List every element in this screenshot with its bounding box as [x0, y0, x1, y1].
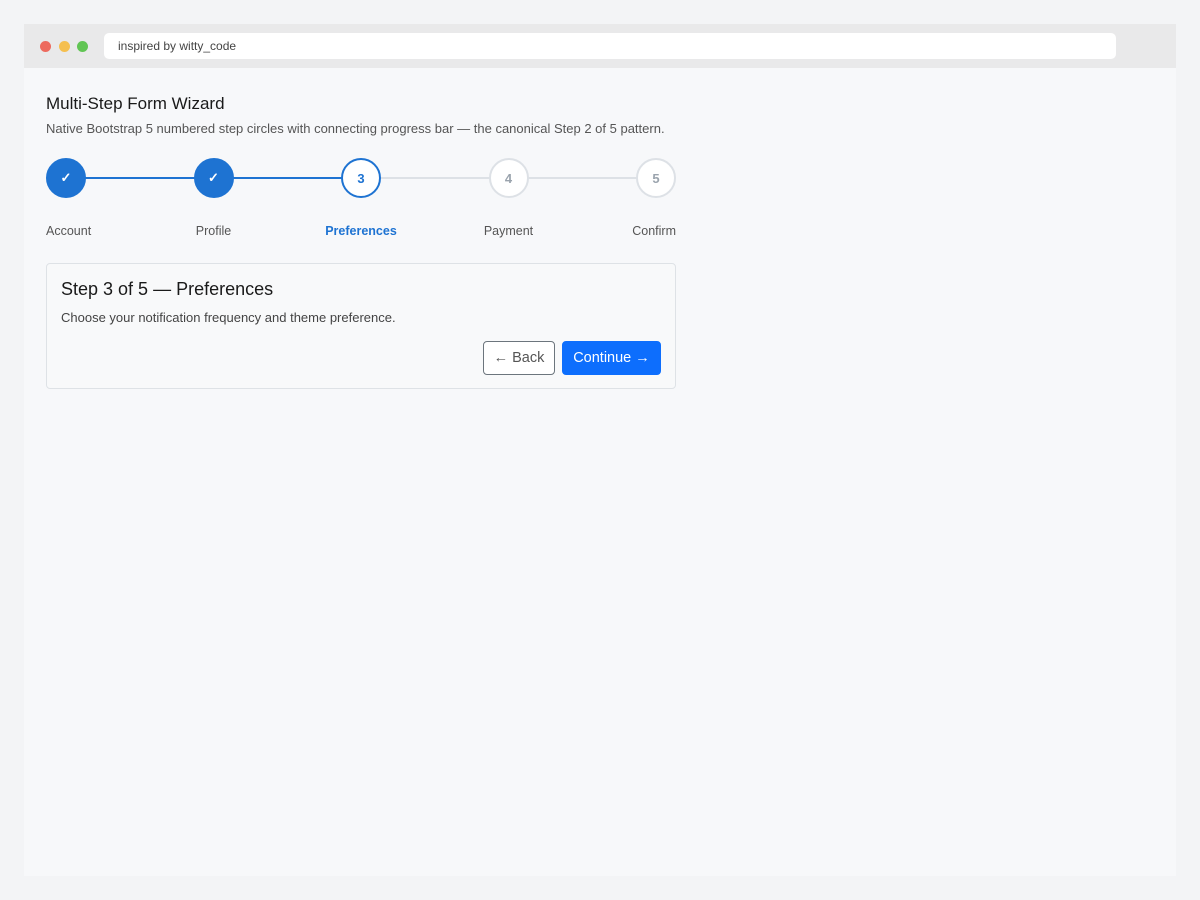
step-label-confirm: Confirm — [632, 224, 676, 238]
minimize-window-icon[interactable] — [59, 41, 70, 52]
step-label-payment: Payment — [483, 224, 534, 238]
step-progress: ✓ ✓ 3 4 5 — [46, 158, 676, 198]
step-circle-4: 4 — [488, 158, 529, 198]
step-circle-glyph: 4 — [504, 170, 513, 186]
step-card: Step 3 of 5 — Preferences Choose your no… — [46, 263, 676, 389]
step-card-description: Choose your notification frequency and t… — [61, 310, 396, 325]
address-bar[interactable]: inspired by witty_code — [104, 33, 1116, 59]
page-subtitle: Native Bootstrap 5 numbered step circles… — [46, 121, 665, 136]
step-circle-glyph: 5 — [652, 170, 660, 186]
step-circle-1[interactable]: ✓ — [46, 158, 86, 198]
step-label-account: Account — [46, 224, 92, 238]
step-circle-glyph: 3 — [357, 170, 365, 186]
step-circle-3[interactable]: 3 — [341, 158, 381, 198]
step-card-title: Step 3 of 5 — Preferences — [61, 279, 274, 299]
close-window-icon[interactable] — [40, 41, 51, 52]
back-button[interactable]: ← Back — [483, 341, 555, 375]
page-title: Multi-Step Form Wizard — [46, 94, 225, 113]
step-circle-glyph: ✓ — [60, 170, 72, 185]
zoom-window-icon[interactable] — [77, 41, 88, 52]
step-circle-5: 5 — [636, 158, 676, 198]
step-label-preferences: Preferences — [325, 224, 397, 238]
continue-button[interactable]: Continue → — [562, 341, 661, 375]
step-label-profile: Profile — [195, 224, 232, 238]
step-circle-2[interactable]: ✓ — [193, 158, 234, 198]
browser-chrome: inspired by witty_code — [24, 24, 1176, 68]
browser-window: inspired by witty_code Multi-Step Form W… — [24, 24, 1176, 876]
step-circle-glyph: ✓ — [208, 170, 219, 185]
